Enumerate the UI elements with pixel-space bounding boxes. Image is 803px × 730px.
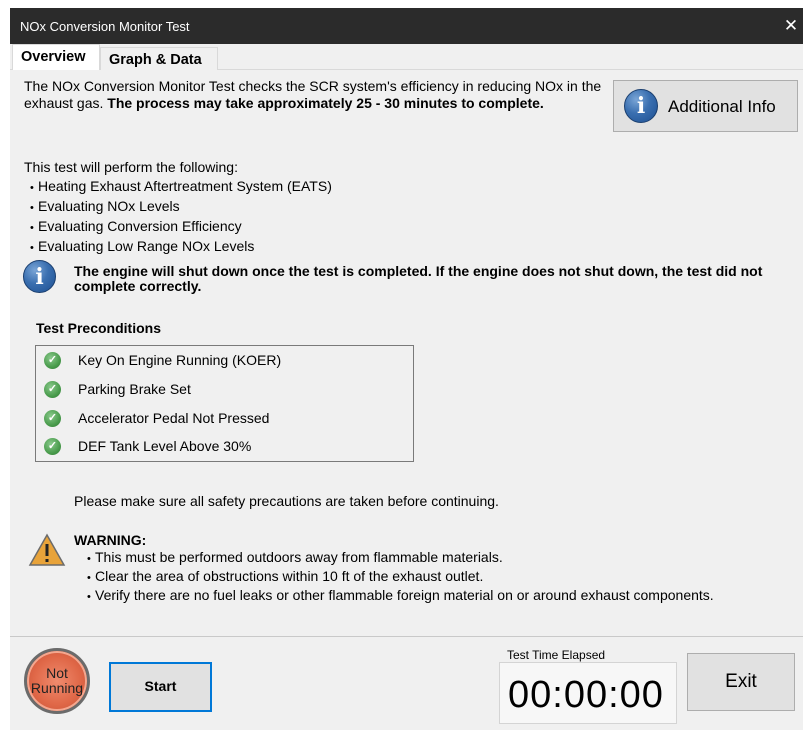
precondition-label: DEF Tank Level Above 30% [78,438,252,454]
additional-info-label: Additional Info [668,97,776,116]
list-item: Heating Exhaust Aftertreatment System (E… [30,177,332,197]
warning-list: This must be performed outdoors away fro… [87,549,714,606]
footer-bar: Not Running Start Test Time Elapsed 00:0… [10,636,803,730]
info-icon: i [624,89,658,123]
check-icon: ✓ [44,410,61,427]
list-item: Clear the area of obstructions within 10… [87,568,714,587]
shutdown-notice: The engine will shut down once the test … [74,263,763,294]
precondition-label: Key On Engine Running (KOER) [78,352,282,368]
tab-strip: Overview Graph & Data [10,44,803,71]
check-icon: ✓ [44,438,61,455]
list-item: Evaluating Low Range NOx Levels [30,237,332,257]
steps-heading: This test will perform the following: [24,159,238,175]
preconditions-list: ✓ Key On Engine Running (KOER) ✓ Parking… [35,345,414,462]
timer-value: 00:00:00 [508,674,664,716]
warning-icon [28,533,66,566]
intro-paragraph: The NOx Conversion Monitor Test checks t… [24,78,614,112]
safety-text: Please make sure all safety precautions … [74,493,499,509]
info-icon: i [23,260,56,293]
list-item: Evaluating Conversion Efficiency [30,217,332,237]
warning-title: WARNING: [74,532,147,548]
tab-graph-data[interactable]: Graph & Data [100,47,218,70]
check-icon: ✓ [44,381,61,398]
window-title: NOx Conversion Monitor Test [20,19,190,34]
intro-duration: The process may take approximately 25 - … [107,95,544,111]
title-bar: NOx Conversion Monitor Test ✕ [10,8,803,44]
tab-overview[interactable]: Overview [12,44,100,71]
list-item: Verify there are no fuel leaks or other … [87,587,714,606]
status-line-2: Running [30,680,84,696]
status-indicator: Not Running [24,648,90,714]
additional-info-button[interactable]: i Additional Info [613,80,798,132]
main-window: Overview Graph & Data The NOx Conversion… [10,44,803,730]
check-icon: ✓ [44,352,61,369]
timer-label: Test Time Elapsed [507,648,606,662]
close-icon[interactable]: ✕ [779,12,803,40]
exit-button[interactable]: Exit [687,653,795,711]
status-line-1: Not [46,665,68,681]
start-button[interactable]: Start [109,662,212,712]
steps-list: Heating Exhaust Aftertreatment System (E… [30,177,332,257]
preconditions-title: Test Preconditions [36,320,161,336]
precondition-label: Accelerator Pedal Not Pressed [78,410,270,426]
overview-panel: The NOx Conversion Monitor Test checks t… [10,70,803,636]
precondition-label: Parking Brake Set [78,381,191,397]
list-item: Evaluating NOx Levels [30,197,332,217]
timer-display: 00:00:00 [499,662,677,724]
list-item: This must be performed outdoors away fro… [87,549,714,568]
